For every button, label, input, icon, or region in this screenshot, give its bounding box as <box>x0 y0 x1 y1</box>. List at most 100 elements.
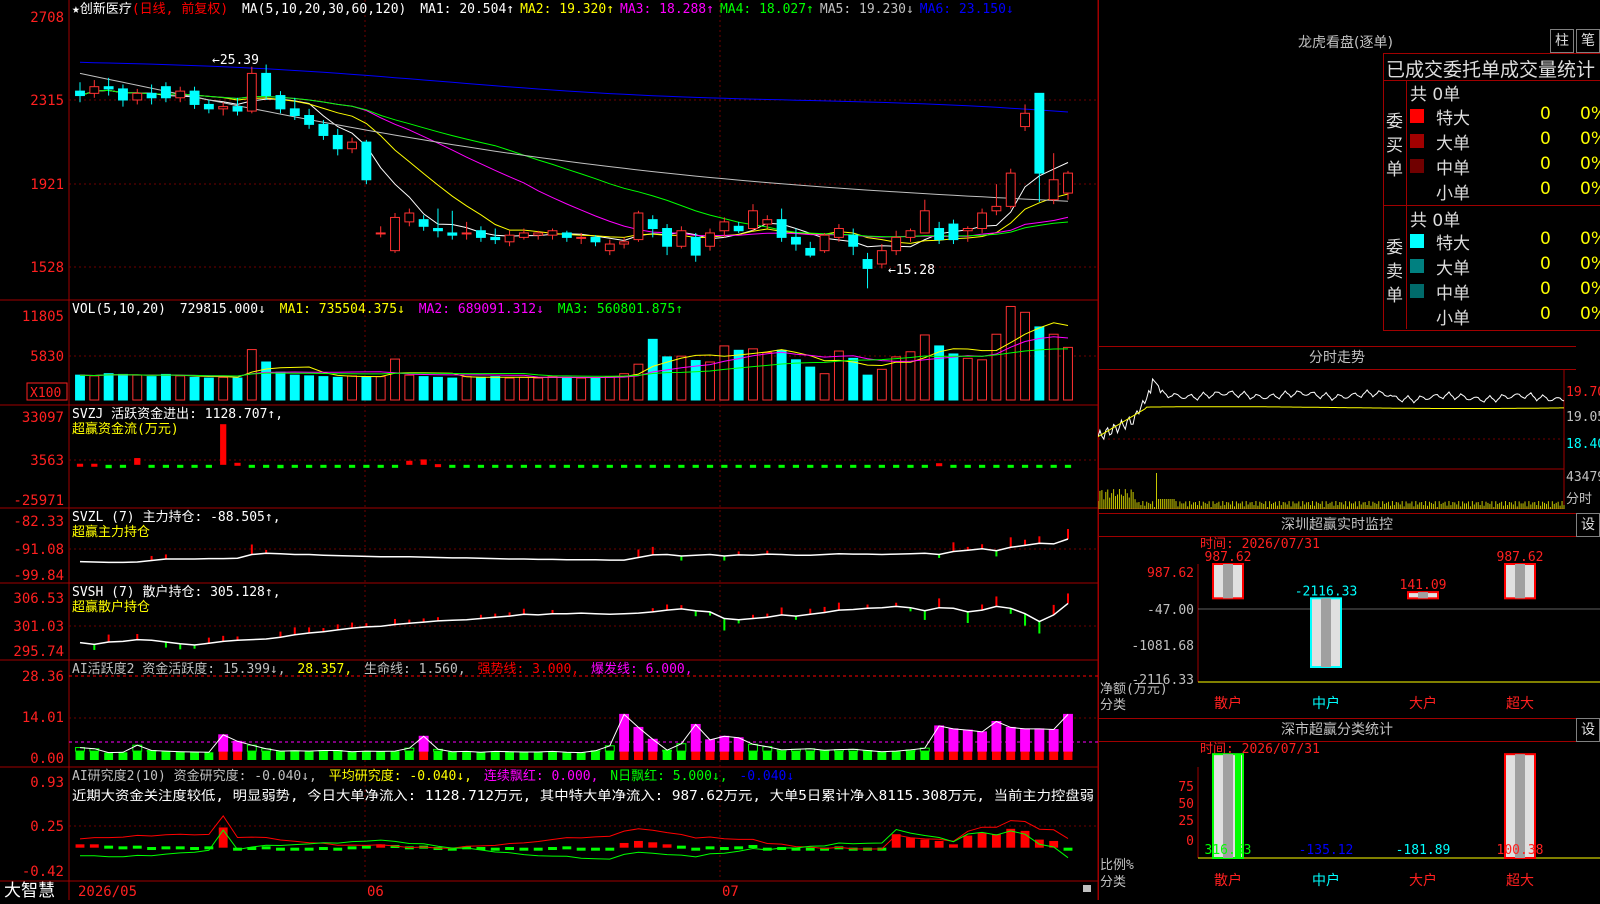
capital-flow-bar <box>449 465 455 468</box>
volume-bar <box>462 377 471 400</box>
candle <box>963 229 972 231</box>
activity-base-bar <box>176 752 185 760</box>
research-bar <box>978 833 987 848</box>
capital-flow-bar <box>578 465 584 468</box>
capital-flow-bar <box>406 461 412 465</box>
volume-bar <box>978 360 987 400</box>
stock-name: 创新医疗 <box>80 1 132 17</box>
research-bar <box>935 841 944 848</box>
ma-line <box>80 90 1068 243</box>
volume-bar <box>119 374 128 400</box>
activity-bar <box>935 726 944 751</box>
ma-value-label: MA4: 18.027↑ <box>720 2 814 17</box>
candle <box>505 235 514 242</box>
volume-bar <box>906 352 915 400</box>
activity-base-bar <box>906 751 915 760</box>
capital-flow-bar <box>836 465 842 468</box>
activity-base-bar <box>663 751 672 760</box>
capital-flow-bar <box>736 465 742 468</box>
capital-flow-bar <box>363 465 369 468</box>
candle <box>806 248 815 255</box>
research-bar <box>319 847 328 850</box>
activity-bar <box>1064 714 1073 751</box>
activity-base-bar <box>491 751 500 760</box>
order-row-label: 大单 <box>1436 129 1470 154</box>
capital-flow-bar <box>1036 465 1042 468</box>
bar-mode-button[interactable]: 柱 <box>1550 29 1574 53</box>
order-row-count: 0 <box>1540 304 1551 324</box>
research-bar <box>906 838 915 848</box>
volume-bar <box>290 375 299 400</box>
technical-chart[interactable]: 2708 2315 1921 1528 11805 5830 33097 356… <box>0 0 1098 900</box>
volume-bar <box>777 350 786 400</box>
svzl-header: SVZL (7) 主力持仓: -88.505↑, <box>72 510 281 525</box>
order-row-pct: 0% <box>1580 104 1600 124</box>
intraday-chart[interactable]: 19.70 19.05 18.40 43479 分时 <box>1098 369 1600 509</box>
activity-base-bar <box>792 751 801 760</box>
activity-base-bar <box>476 752 485 760</box>
capital-flow-bar <box>592 465 598 468</box>
candle <box>777 220 786 238</box>
retail-position-line <box>80 603 1068 645</box>
volume-bar <box>1064 347 1073 400</box>
intraday-avg-line <box>1098 407 1564 437</box>
volume-bar <box>419 377 428 400</box>
capital-flow-bar <box>277 465 283 468</box>
capital-flow-bar <box>148 465 154 468</box>
sz-classify-settings-button[interactable]: 设 <box>1576 718 1600 742</box>
research-lower-line <box>80 830 1068 860</box>
tick-mode-button[interactable]: 笔 <box>1576 29 1600 53</box>
candle <box>161 87 170 98</box>
capital-flow-bar <box>950 465 956 468</box>
volume-bar <box>204 378 213 400</box>
ma-line <box>80 62 1068 112</box>
capital-flow-bar <box>306 465 312 468</box>
sz-monitor-settings-button[interactable]: 设 <box>1576 513 1600 537</box>
candle <box>706 233 715 246</box>
order-row-count: 0 <box>1540 129 1551 149</box>
capital-flow-bar <box>607 465 613 468</box>
svzl-subtitle: 超赢主力持仓 <box>72 524 150 540</box>
volume-bar <box>391 359 400 400</box>
volume-bar <box>591 378 600 400</box>
volume-bar <box>863 375 872 400</box>
volume-bar <box>963 358 972 400</box>
svsh-y-tick: 306.53 <box>13 591 64 607</box>
capital-flow-bar <box>234 463 240 466</box>
sz-monitor-category: 散户 <box>1214 695 1242 712</box>
price-y-tick: 1528 <box>30 260 64 276</box>
research-bar <box>920 840 929 848</box>
candle <box>849 235 858 246</box>
ai-active-header: AI活跃度2 资金活跃度: 15.399↓, 28.357, 生命线: 1.56… <box>72 661 693 677</box>
svzl-y-tick: -82.33 <box>13 514 64 530</box>
volume-bar <box>1021 312 1030 400</box>
research-bar <box>190 847 199 850</box>
price-y-tick: 2315 <box>30 93 64 109</box>
order-row-pct: 0% <box>1580 304 1600 324</box>
order-row-pct: 0% <box>1580 129 1600 149</box>
sz-monitor-bar-shade <box>1321 598 1331 667</box>
research-bar <box>147 847 156 850</box>
research-bar <box>176 846 185 849</box>
capital-flow-bar <box>191 465 197 468</box>
lock-icon[interactable] <box>1083 885 1091 892</box>
research-bar <box>992 834 1001 847</box>
res-y-tick: -0.42 <box>22 864 64 880</box>
capital-flow-bar <box>864 465 870 468</box>
sz-classify-chart[interactable]: 时间: 2026/07/31 75 50 25 0 比例% 分类 316.63散… <box>1098 741 1600 900</box>
capital-flow-bar <box>922 465 928 468</box>
activity-base-bar <box>749 751 758 760</box>
research-bar <box>620 843 629 848</box>
volume-bar <box>920 335 929 400</box>
sz-monitor-chart[interactable]: 时间: 2026/07/31 987.62 -47.00 -1081.68 -2… <box>1098 536 1600 716</box>
main-chart-area[interactable]: 2708 2315 1921 1528 11805 5830 33097 356… <box>0 0 1098 900</box>
volume-bar <box>562 377 571 400</box>
activity-base-bar <box>76 751 85 760</box>
research-bar <box>562 846 571 849</box>
research-bar <box>691 848 700 851</box>
dragon-tiger-title: 龙虎看盘(逐单) <box>1298 32 1393 52</box>
research-bar <box>634 841 643 848</box>
activity-bar <box>949 729 958 751</box>
research-bar <box>348 846 357 849</box>
ma-line <box>80 90 1068 236</box>
